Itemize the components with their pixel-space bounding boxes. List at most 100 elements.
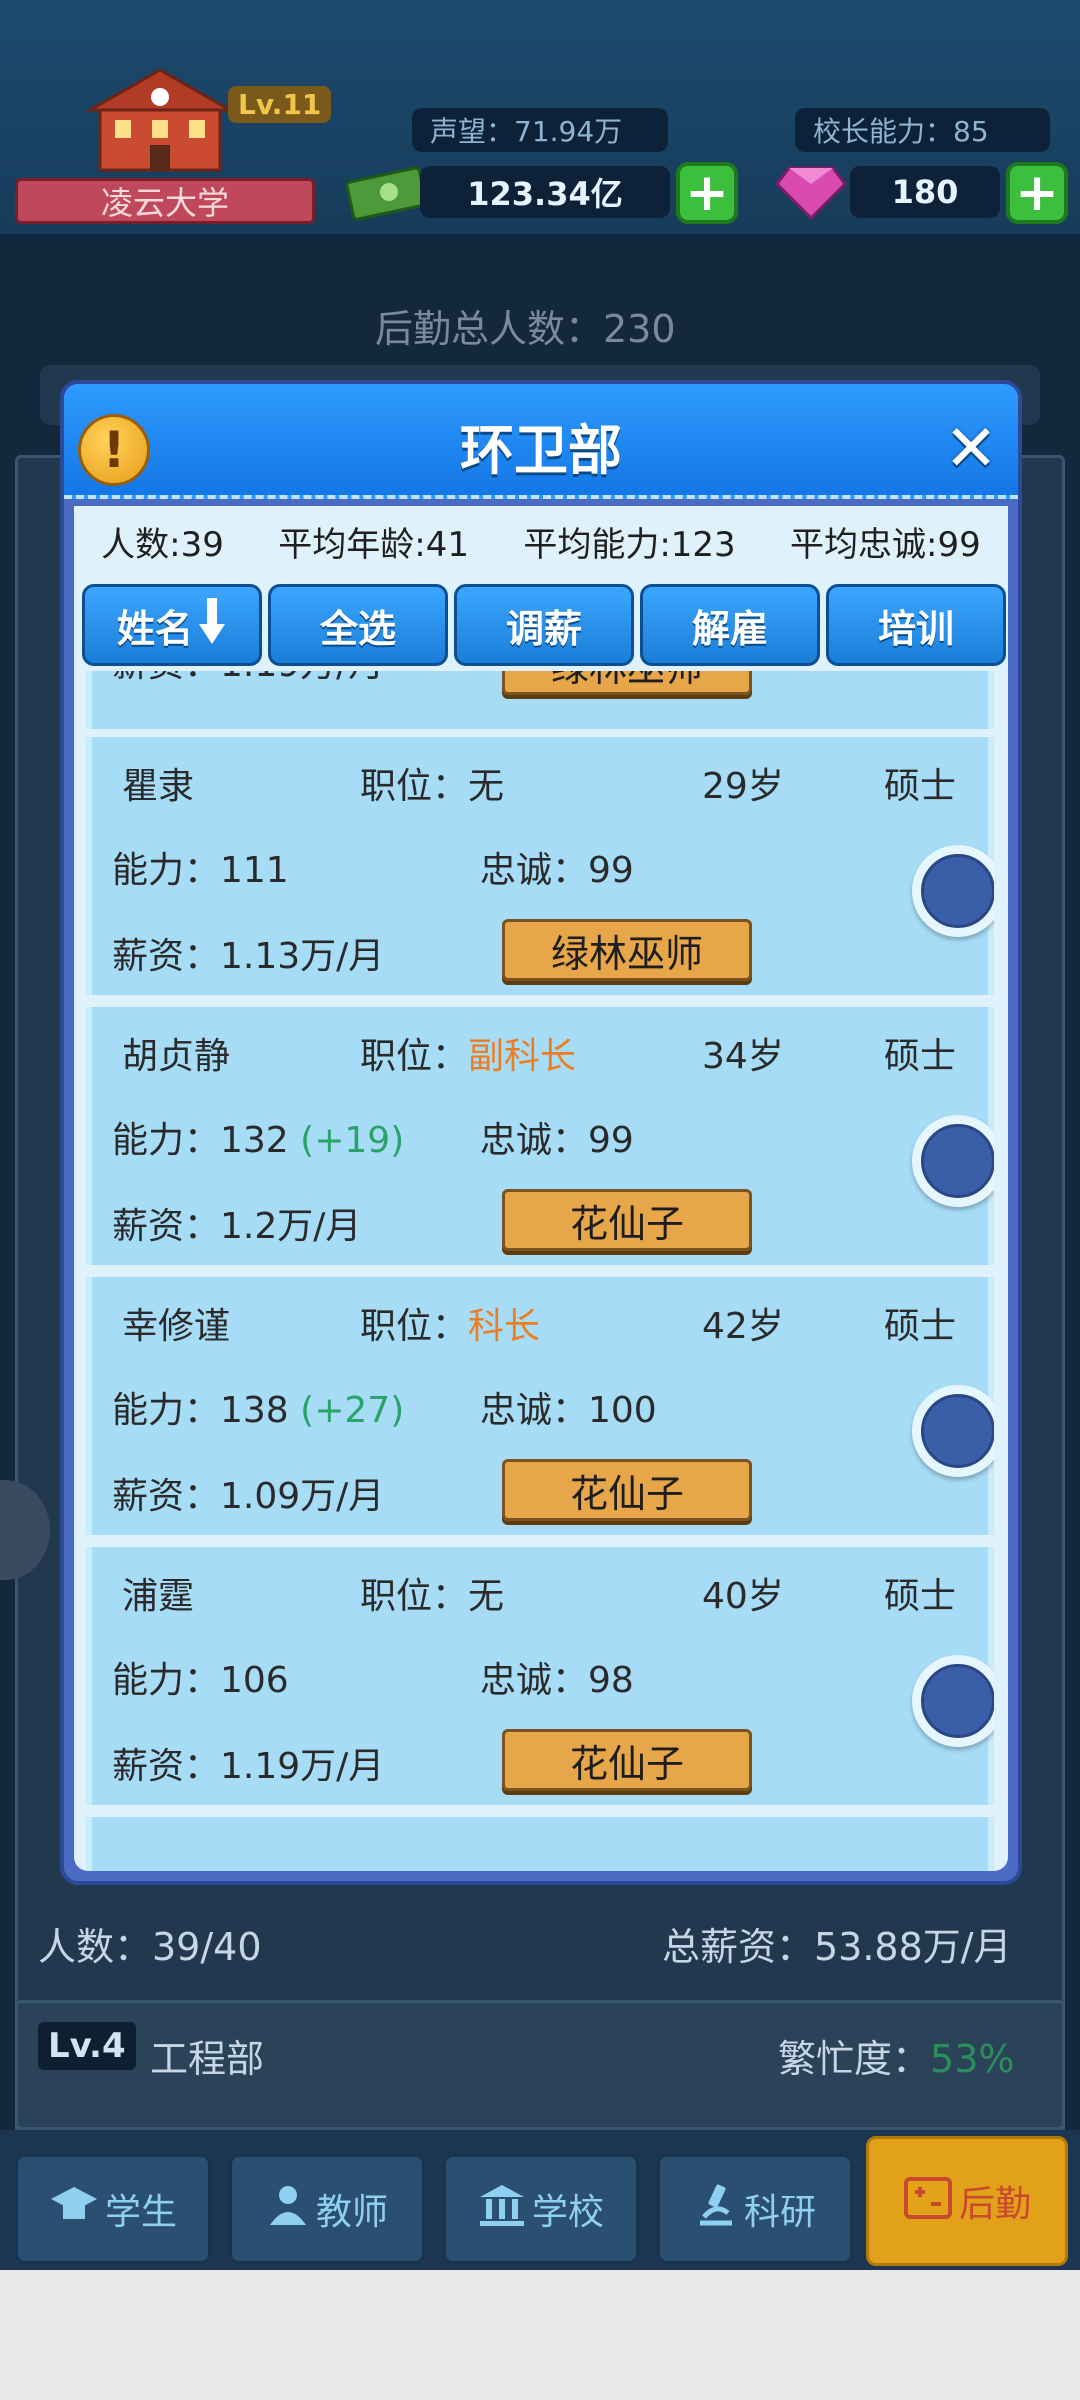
bottom-nav: 学生 教师 学校 科研 后勤: [0, 2130, 1080, 2270]
list-item[interactable]: [86, 1817, 994, 1871]
employee-list[interactable]: 薪资：1.19万/月 绿林巫师 瞿隶 职位：无 29岁 硕士 能力：111 忠诚…: [86, 671, 994, 1871]
school-level-badge: Lv.11: [228, 86, 332, 123]
dismiss-button[interactable]: 解雇: [640, 584, 820, 666]
train-button[interactable]: 培训: [826, 584, 1006, 666]
institution-icon: [478, 2183, 526, 2236]
engineering-dept-name: 工程部: [150, 2037, 265, 2081]
reputation-text: 声望：71.94万: [430, 115, 623, 148]
ability-bonus: (+19): [300, 1120, 405, 1161]
ability-bonus: (+27): [300, 1390, 405, 1431]
list-item[interactable]: 浦霆 职位：无 40岁 硕士 能力：106 忠诚：98 薪资：1.19万/月 花…: [86, 1547, 994, 1805]
stat-avg-ability: 平均能力:123: [523, 524, 736, 565]
employee-salary: 薪资：1.2万/月: [112, 1206, 362, 1247]
stat-avg-age: 平均年龄:41: [278, 524, 469, 565]
employee-ability: 能力：111: [112, 841, 289, 893]
position-value: 无: [468, 1576, 505, 1617]
list-item[interactable]: 胡贞静 职位：副科长 34岁 硕士 能力：132 (+19) 忠诚：99 薪资：…: [86, 1007, 994, 1265]
position-value: 副科长: [468, 1036, 577, 1077]
employee-loyalty: 忠诚：100: [480, 1390, 657, 1431]
nav-logistics[interactable]: 后勤: [866, 2136, 1068, 2266]
nav-students-label: 学生: [104, 2192, 177, 2233]
add-gems-button[interactable]: +: [1006, 162, 1068, 224]
position-value: 无: [468, 766, 505, 807]
employee-degree: 硕士: [884, 766, 957, 807]
employee-tag-button[interactable]: 绿林巫师: [502, 919, 752, 981]
close-icon[interactable]: ✕: [934, 412, 1008, 486]
arrow-down-icon: [197, 596, 227, 655]
employee-salary: 薪资：1.13万/月: [112, 936, 385, 977]
select-radio[interactable]: [912, 1655, 994, 1747]
nav-school-label: 学校: [531, 2192, 604, 2233]
employee-degree: 硕士: [884, 1306, 957, 1347]
nav-research[interactable]: 科研: [657, 2154, 853, 2264]
list-item[interactable]: 幸修谨 职位：科长 42岁 硕士 能力：138 (+27) 忠诚：100 薪资：…: [86, 1277, 994, 1535]
nav-research-label: 科研: [743, 2192, 816, 2233]
employee-degree: 硕士: [884, 1576, 957, 1617]
system-gesture-area: [0, 2270, 1080, 2400]
employee-tag-button[interactable]: 花仙子: [502, 1459, 752, 1521]
adjust-salary-button[interactable]: 调薪: [454, 584, 634, 666]
dept-stats-row: 人数:39 平均年龄:41 平均能力:123 平均忠诚:99: [74, 506, 1008, 576]
gem-icon: [775, 162, 847, 221]
logistics-icon: [903, 2174, 953, 2229]
money-text: 123.34亿: [467, 175, 623, 213]
employee-loyalty: 忠诚：99: [480, 1120, 634, 1161]
gems-text: 180: [891, 173, 959, 211]
employee-name: 幸修谨: [122, 1306, 231, 1347]
stat-avg-loyalty: 平均忠诚:99: [790, 524, 981, 565]
employee-degree: 硕士: [884, 1036, 957, 1077]
employee-tag-button[interactable]: 花仙子: [502, 1189, 752, 1251]
employee-position: 职位：科长: [360, 1297, 540, 1349]
department-modal: ! 环卫部 ✕ 人数:39 平均年龄:41 平均能力:123 平均忠诚:99 姓…: [60, 380, 1022, 1885]
position-label: 职位：: [360, 1306, 469, 1347]
school-building-icon: [80, 65, 240, 175]
select-radio[interactable]: [912, 1115, 994, 1207]
employee-tag-button[interactable]: 绿林巫师: [502, 671, 752, 695]
employee-loyalty: 忠诚：98: [480, 1660, 634, 1701]
employee-age: 42岁: [702, 1306, 784, 1347]
add-money-button[interactable]: +: [676, 162, 738, 224]
sort-by-name-button[interactable]: 姓名: [82, 584, 262, 666]
employee-position: 职位：副科长: [360, 1027, 576, 1079]
employee-salary: 薪资：1.09万/月: [112, 1476, 385, 1517]
employee-age: 40岁: [702, 1576, 784, 1617]
employee-tag-button[interactable]: 花仙子: [502, 1729, 752, 1791]
select-all-button[interactable]: 全选: [268, 584, 448, 666]
microscope-icon: [694, 2183, 738, 2236]
bg-dept-count: 人数：39/40: [38, 1925, 262, 1969]
nav-teachers[interactable]: 教师: [229, 2154, 425, 2264]
employee-ability: 能力：138 (+27): [112, 1381, 404, 1433]
employee-name: 瞿隶: [122, 766, 195, 807]
principal-ability-display: 校长能力：85: [795, 108, 1050, 152]
ability-value: 能力：111: [112, 850, 289, 891]
money-display: 123.34亿: [420, 166, 670, 218]
ability-value: 能力：106: [112, 1660, 289, 1701]
principal-ability-text: 校长能力：85: [813, 115, 989, 148]
modal-header: ! 环卫部 ✕: [64, 384, 1018, 499]
employee-ability: 能力：106: [112, 1651, 289, 1703]
gems-display: 180: [850, 166, 1000, 218]
employee-age: 29岁: [702, 766, 784, 807]
modal-title: 环卫部: [460, 419, 622, 482]
engineering-busy-label: 繁忙度：53%: [778, 2028, 1014, 2083]
nav-students[interactable]: 学生: [15, 2154, 211, 2264]
engineering-busy-value: 53%: [930, 2037, 1015, 2081]
nav-school[interactable]: 学校: [443, 2154, 639, 2264]
employee-position: 职位：无: [360, 1567, 504, 1619]
list-item[interactable]: 瞿隶 职位：无 29岁 硕士 能力：111 忠诚：99 薪资：1.13万/月 绿…: [86, 737, 994, 995]
reputation-display: 声望：71.94万: [412, 108, 668, 152]
position-value: 科长: [468, 1306, 541, 1347]
ability-value: 能力：138: [112, 1390, 289, 1431]
school-name-banner[interactable]: 凌云大学: [15, 178, 315, 224]
sort-by-name-label: 姓名: [116, 606, 193, 651]
logistics-total-label: 后勤总人数：230: [375, 307, 676, 351]
employee-name: 胡贞静: [122, 1036, 231, 1077]
employee-age: 34岁: [702, 1036, 784, 1077]
select-radio[interactable]: [912, 1385, 994, 1477]
list-item[interactable]: 薪资：1.19万/月 绿林巫师: [86, 671, 994, 729]
employee-position: 职位：无: [360, 757, 504, 809]
position-label: 职位：: [360, 766, 469, 807]
person-icon: [266, 2183, 310, 2236]
position-label: 职位：: [360, 1576, 469, 1617]
select-radio[interactable]: [912, 845, 994, 937]
